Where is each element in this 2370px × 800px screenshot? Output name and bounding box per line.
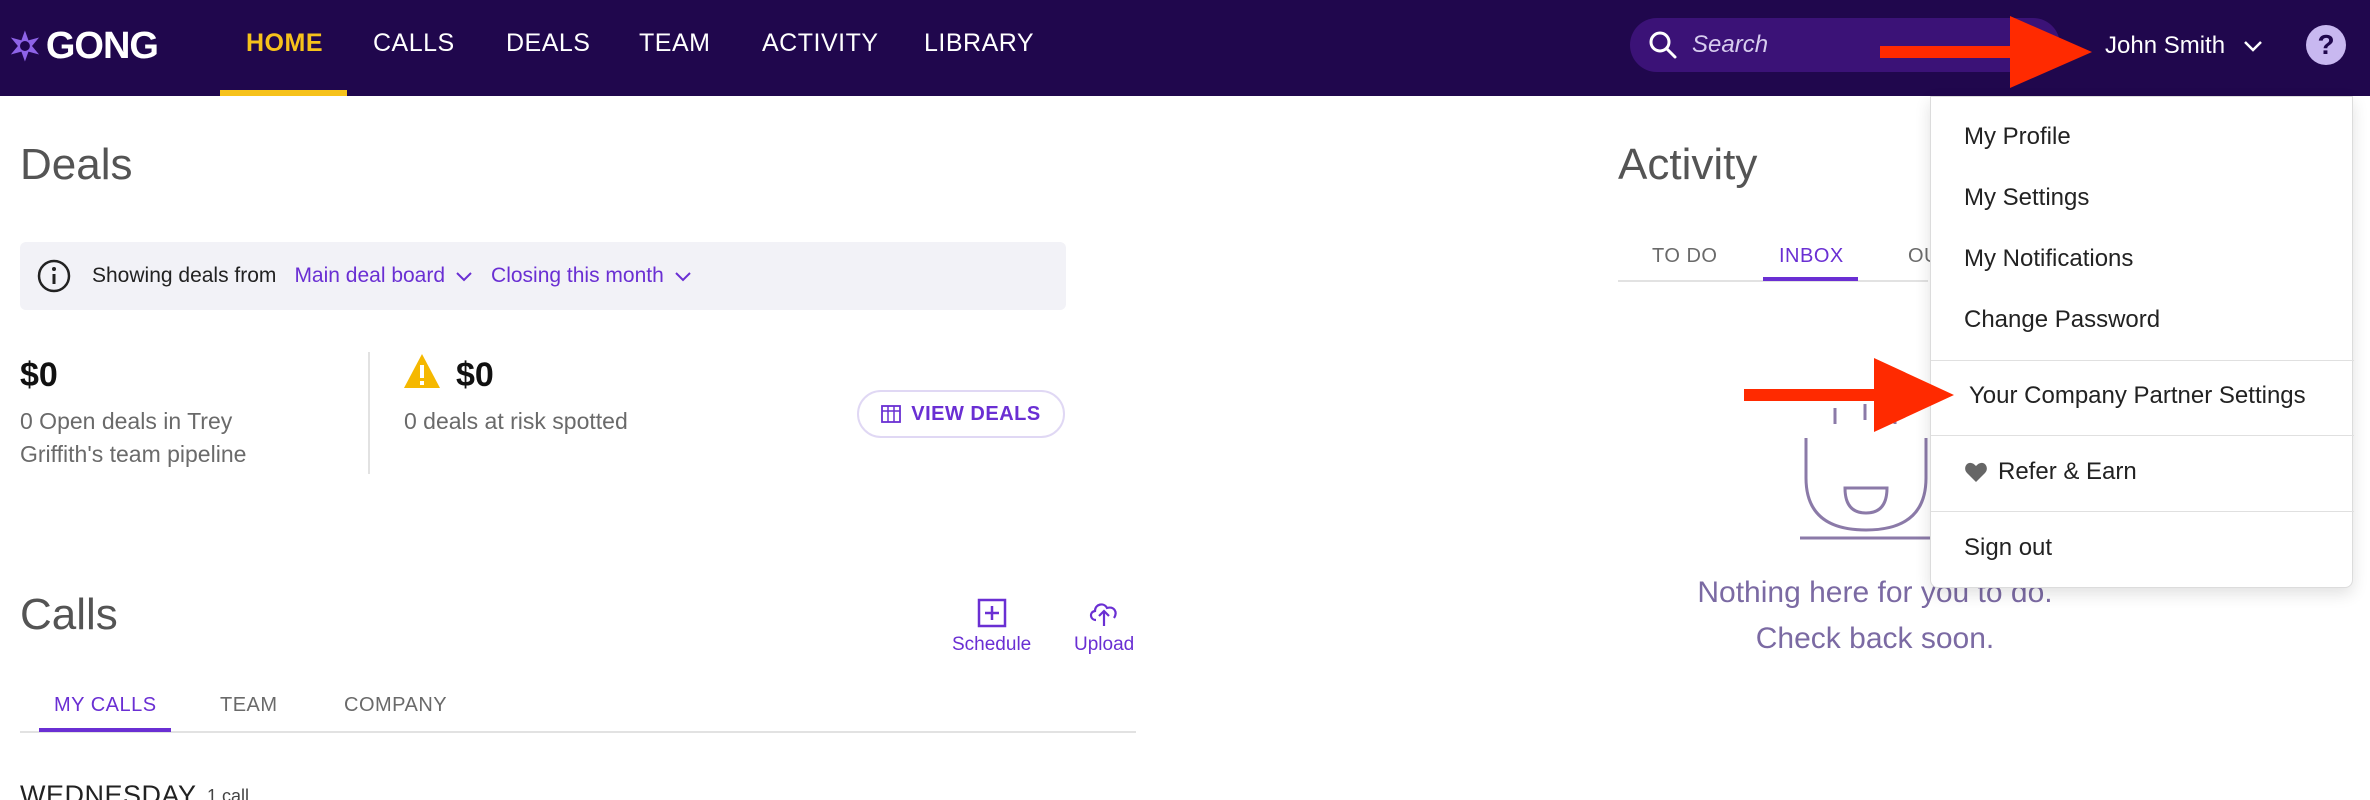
menu-item-my-settings[interactable]: My Settings [1964, 184, 2089, 212]
nav-home[interactable]: HOME [246, 0, 323, 96]
risk-deals-description: 0 deals at risk spotted [404, 408, 628, 434]
open-deals-value: $0 [20, 356, 58, 394]
chevron-down-icon [2244, 41, 2262, 52]
chevron-down-icon [456, 272, 472, 282]
tab-company[interactable]: COMPANY [344, 694, 447, 717]
nav-activity[interactable]: ACTIVITY [762, 0, 879, 96]
view-deals-label: VIEW DEALS [911, 402, 1041, 425]
deal-board-select[interactable]: Main deal board [294, 264, 473, 288]
user-menu-toggle[interactable]: John Smith [2105, 26, 2263, 66]
calendar-plus-icon [977, 598, 1006, 628]
nav-library[interactable]: LIBRARY [924, 0, 1034, 96]
gong-logo[interactable]: GONG [8, 20, 159, 72]
open-deals-desc-line2: Griffith's team pipeline [20, 441, 247, 467]
info-icon [37, 259, 71, 293]
user-dropdown-menu: My Profile My Settings My Notifications … [1930, 96, 2354, 588]
app-root: GONG HOME CALLS DEALS TEAM ACTIVITY LIBR… [0, 0, 2370, 800]
logo-text: GONG [45, 24, 159, 67]
tab-team[interactable]: TEAM [220, 694, 278, 717]
menu-divider [1931, 511, 2354, 512]
menu-divider [1931, 360, 2354, 361]
open-deals-description: 0 Open deals in Trey Griffith's team pip… [20, 405, 246, 471]
day-label: WEDNESDAY [20, 780, 197, 800]
view-deals-button[interactable]: VIEW DEALS [857, 390, 1065, 438]
menu-item-my-profile[interactable]: My Profile [1964, 123, 2071, 151]
deal-filter-label: Showing deals from [92, 264, 277, 287]
annotation-arrow-icon [1744, 358, 1954, 432]
nav-deals[interactable]: DEALS [506, 0, 590, 96]
schedule-button[interactable]: Schedule [952, 598, 1031, 656]
deal-board-value: Main deal board [294, 264, 446, 287]
cloud-upload-icon [1090, 603, 1117, 626]
upload-label: Upload [1074, 634, 1135, 655]
nav-calls[interactable]: CALLS [373, 0, 455, 96]
menu-item-my-notifications[interactable]: My Notifications [1964, 245, 2133, 273]
menu-item-company-partner-settings[interactable]: Your Company Partner Settings [1969, 382, 2306, 410]
calls-tabs-divider [20, 731, 1136, 733]
deals-title: Deals [20, 140, 133, 189]
search-icon [1649, 31, 1677, 59]
activity-title: Activity [1618, 140, 1758, 189]
calls-tab-active-indicator [39, 728, 171, 732]
tab-to-do[interactable]: TO DO [1652, 245, 1717, 268]
deal-period-select[interactable]: Closing this month [491, 264, 692, 288]
heart-icon [1965, 462, 1987, 482]
day-call-count: 1 call [207, 786, 250, 800]
user-name: John Smith [2105, 32, 2226, 59]
annotation-arrow-icon [1880, 16, 2092, 88]
menu-item-change-password[interactable]: Change Password [1964, 306, 2160, 334]
table-icon [881, 405, 902, 423]
calls-title: Calls [20, 590, 118, 639]
menu-divider [1931, 435, 2354, 436]
tab-inbox[interactable]: INBOX [1779, 245, 1844, 268]
gong-star-icon [10, 30, 40, 62]
nav-team[interactable]: TEAM [639, 0, 710, 96]
activity-tab-active-indicator [1763, 277, 1858, 281]
risk-deals-value: $0 [456, 356, 494, 394]
menu-item-refer-earn[interactable]: Refer & Earn [1964, 458, 2137, 486]
schedule-label: Schedule [952, 634, 1032, 655]
help-icon[interactable]: ? [2306, 25, 2346, 65]
deal-filter-bar: Showing deals from Main deal board Closi… [20, 242, 1066, 310]
nav-active-indicator [220, 90, 347, 96]
tab-my-calls[interactable]: MY CALLS [54, 694, 157, 717]
chevron-down-icon [675, 272, 691, 282]
refer-earn-label: Refer & Earn [1998, 458, 2137, 485]
menu-item-sign-out[interactable]: Sign out [1964, 534, 2052, 562]
deal-period-value: Closing this month [491, 264, 664, 287]
empty-message-line2: Check back soon. [1755, 622, 1995, 655]
open-deals-desc-line1: 0 Open deals in Trey [20, 408, 233, 434]
upload-button[interactable]: Upload [1074, 598, 1134, 656]
stat-divider [368, 352, 370, 474]
warning-icon [404, 354, 440, 388]
